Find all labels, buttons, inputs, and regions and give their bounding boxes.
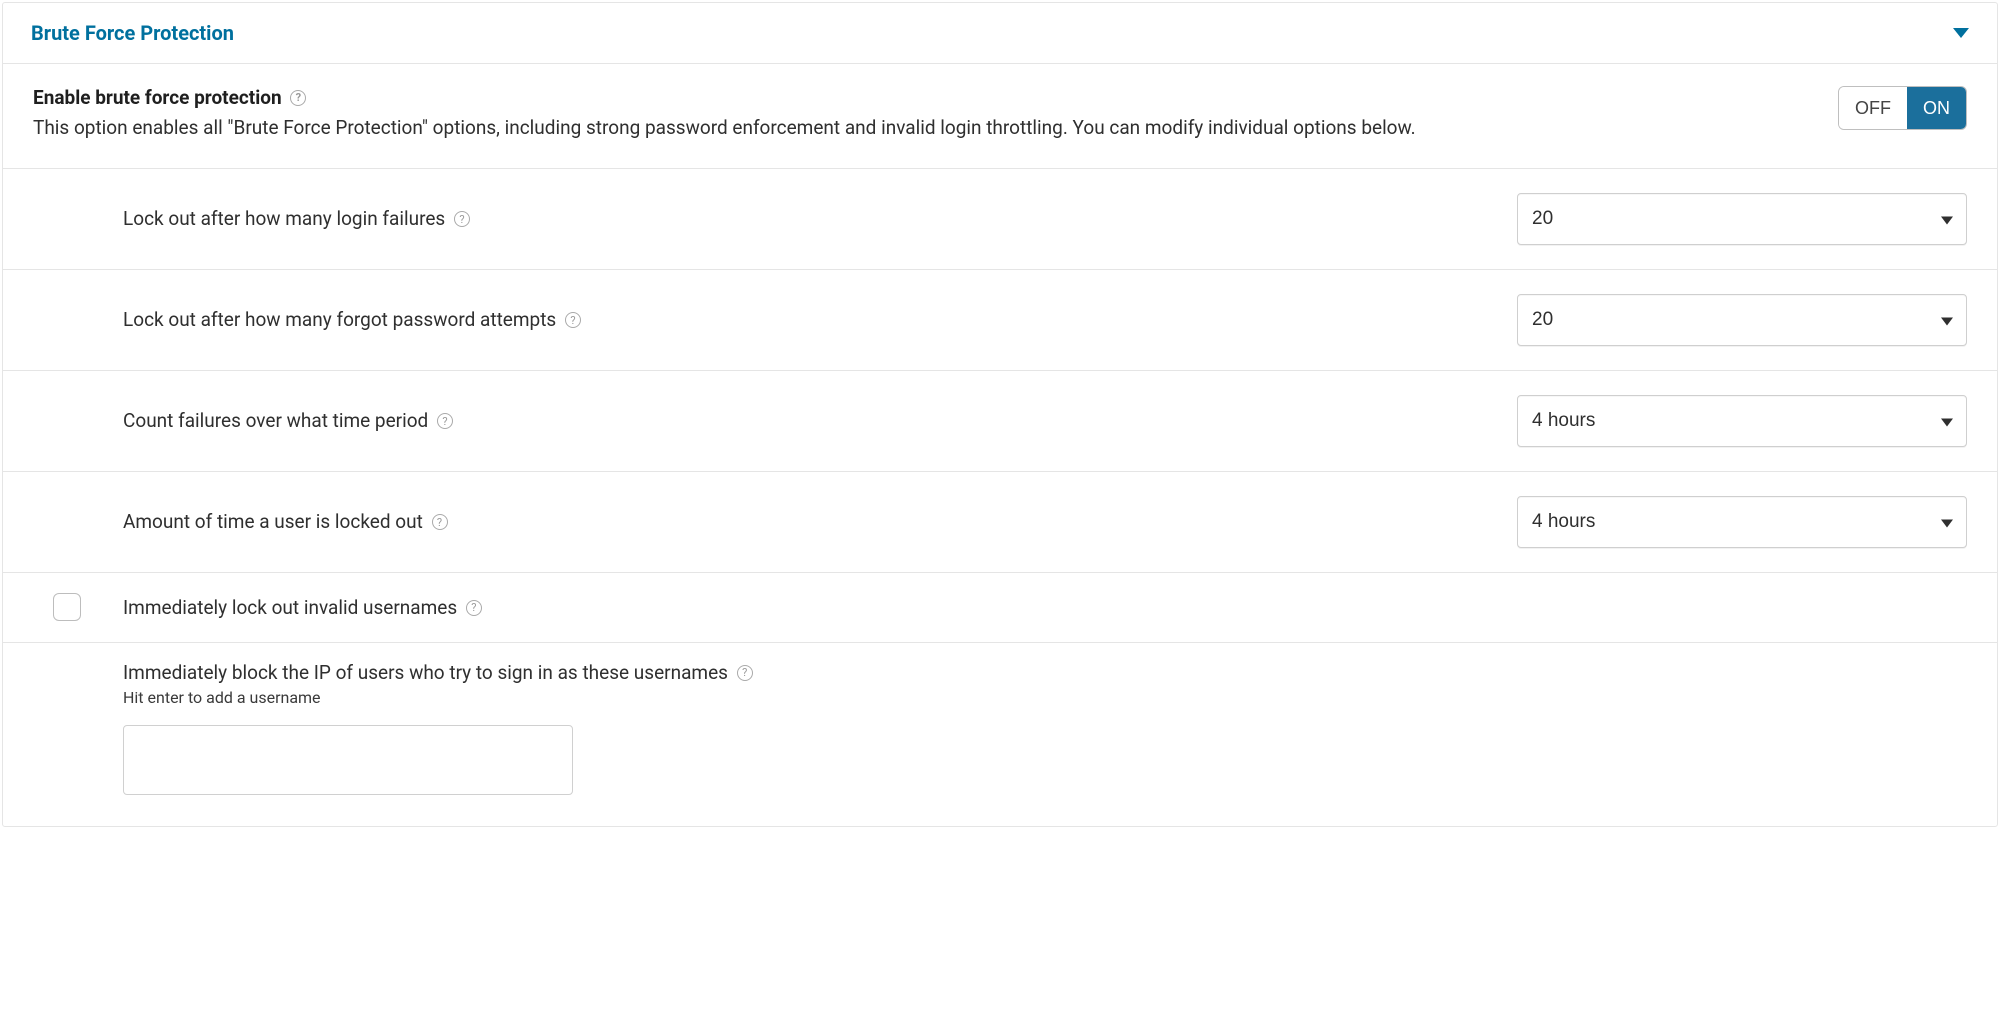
forgot-attempts-select[interactable]: 20 xyxy=(1517,294,1967,346)
enable-row: Enable brute force protection ? This opt… xyxy=(3,64,1997,169)
lockout-duration-label: Amount of time a user is locked out ? xyxy=(123,510,1517,533)
help-icon[interactable]: ? xyxy=(466,600,482,616)
login-failures-select-wrap: 20 xyxy=(1517,193,1967,245)
lockout-duration-row: Amount of time a user is locked out ? 4 … xyxy=(3,472,1997,573)
forgot-attempts-label-text: Lock out after how many forgot password … xyxy=(123,308,556,331)
enable-text: Enable brute force protection ? This opt… xyxy=(33,86,1416,142)
count-period-label-text: Count failures over what time period xyxy=(123,409,428,432)
lock-invalid-label-text: Immediately lock out invalid usernames xyxy=(123,596,457,619)
login-failures-label: Lock out after how many login failures ? xyxy=(123,207,1517,230)
help-icon[interactable]: ? xyxy=(737,665,753,681)
help-icon[interactable]: ? xyxy=(290,90,306,106)
forgot-attempts-select-wrap: 20 xyxy=(1517,294,1967,346)
collapse-caret-icon xyxy=(1953,28,1969,38)
block-ip-hint: Hit enter to add a username xyxy=(123,688,1967,707)
enable-toggle[interactable]: OFF ON xyxy=(1838,86,1967,130)
login-failures-label-text: Lock out after how many login failures xyxy=(123,207,445,230)
lock-invalid-checkbox[interactable] xyxy=(53,593,81,621)
lockout-duration-select-wrap: 4 hours xyxy=(1517,496,1967,548)
help-icon[interactable]: ? xyxy=(454,211,470,227)
count-period-label: Count failures over what time period ? xyxy=(123,409,1517,432)
block-ip-row: Immediately block the IP of users who tr… xyxy=(3,643,1997,826)
help-icon[interactable]: ? xyxy=(565,312,581,328)
forgot-attempts-label: Lock out after how many forgot password … xyxy=(123,308,1517,331)
help-icon[interactable]: ? xyxy=(432,514,448,530)
enable-title-text: Enable brute force protection xyxy=(33,86,282,109)
brute-force-panel: Brute Force Protection Enable brute forc… xyxy=(2,2,1998,827)
lockout-duration-label-text: Amount of time a user is locked out xyxy=(123,510,423,533)
forgot-attempts-row: Lock out after how many forgot password … xyxy=(3,270,1997,371)
block-ip-label-text: Immediately block the IP of users who tr… xyxy=(123,661,728,684)
count-period-select[interactable]: 4 hours xyxy=(1517,395,1967,447)
login-failures-select[interactable]: 20 xyxy=(1517,193,1967,245)
lockout-duration-select[interactable]: 4 hours xyxy=(1517,496,1967,548)
lock-invalid-row: Immediately lock out invalid usernames ? xyxy=(3,573,1997,643)
panel-header[interactable]: Brute Force Protection xyxy=(3,3,1997,64)
help-icon[interactable]: ? xyxy=(437,413,453,429)
count-period-select-wrap: 4 hours xyxy=(1517,395,1967,447)
block-ip-label: Immediately block the IP of users who tr… xyxy=(123,661,1967,684)
lock-invalid-label: Immediately lock out invalid usernames ? xyxy=(123,596,482,619)
block-ip-input[interactable] xyxy=(123,725,573,795)
enable-description: This option enables all "Brute Force Pro… xyxy=(33,115,1416,142)
toggle-off-button[interactable]: OFF xyxy=(1839,87,1907,129)
login-failures-row: Lock out after how many login failures ?… xyxy=(3,169,1997,270)
count-period-row: Count failures over what time period ? 4… xyxy=(3,371,1997,472)
enable-title: Enable brute force protection ? xyxy=(33,86,1416,109)
toggle-on-button[interactable]: ON xyxy=(1907,87,1966,129)
panel-title: Brute Force Protection xyxy=(31,21,234,45)
